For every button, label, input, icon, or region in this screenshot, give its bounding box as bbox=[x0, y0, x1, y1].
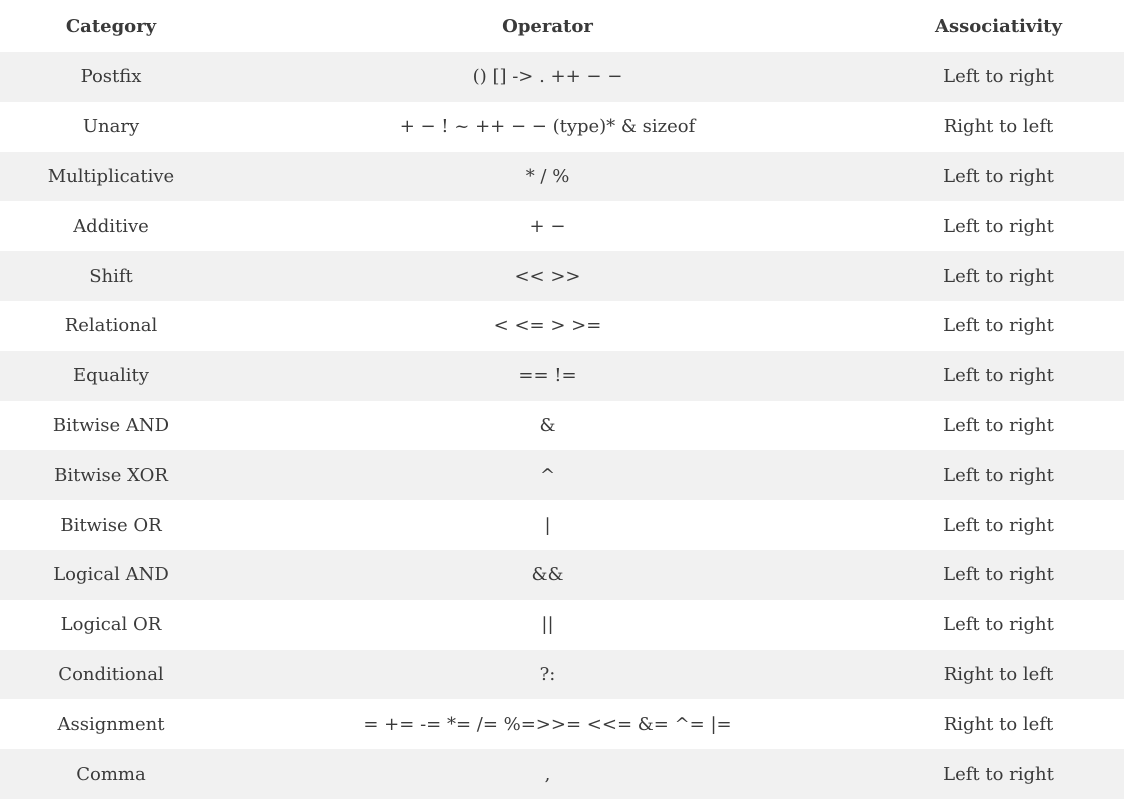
operator-cell: < <= > >= bbox=[222, 300, 873, 351]
associativity-cell: Left to right bbox=[873, 300, 1124, 351]
category-cell: Additive bbox=[0, 201, 222, 252]
associativity-cell: Right to left bbox=[873, 649, 1124, 700]
header-operator: Operator bbox=[222, 0, 873, 52]
table-row: Conditional ?: Right to left bbox=[0, 649, 1124, 700]
category-cell: Bitwise OR bbox=[0, 500, 222, 550]
associativity-cell: Left to right bbox=[873, 599, 1124, 650]
operator-cell: & bbox=[222, 400, 873, 451]
category-cell: Multiplicative bbox=[0, 151, 222, 202]
table-row: Multiplicative * / % Left to right bbox=[0, 151, 1124, 202]
table-header-row: Category Operator Associativity bbox=[0, 0, 1124, 52]
operator-cell: << >> bbox=[222, 251, 873, 301]
operator-cell: + − bbox=[222, 201, 873, 252]
table-row: Relational < <= > >= Left to right bbox=[0, 300, 1124, 351]
table-row: Logical OR || Left to right bbox=[0, 599, 1124, 650]
operator-cell: | bbox=[222, 500, 873, 550]
category-cell: Unary bbox=[0, 101, 222, 152]
category-cell: Postfix bbox=[0, 52, 222, 102]
operator-cell: () [] -> . ++ − − bbox=[222, 52, 873, 102]
associativity-cell: Right to left bbox=[873, 101, 1124, 152]
table-row: Bitwise XOR ^ Left to right bbox=[0, 450, 1124, 501]
category-cell: Relational bbox=[0, 300, 222, 351]
table-row: Comma , Left to right bbox=[0, 749, 1124, 799]
associativity-cell: Left to right bbox=[873, 749, 1124, 799]
category-cell: Comma bbox=[0, 749, 222, 799]
operator-cell: + − ! ~ ++ − − (type)* & sizeof bbox=[222, 101, 873, 152]
associativity-cell: Right to left bbox=[873, 699, 1124, 750]
associativity-cell: Left to right bbox=[873, 450, 1124, 501]
operator-cell: == != bbox=[222, 350, 873, 401]
operator-precedence-table: Category Operator Associativity Postfix … bbox=[0, 0, 1124, 799]
table-row: Postfix () [] -> . ++ − − Left to right bbox=[0, 52, 1124, 102]
table-row: Bitwise AND & Left to right bbox=[0, 400, 1124, 451]
operator-cell: ?: bbox=[222, 649, 873, 700]
associativity-cell: Left to right bbox=[873, 500, 1124, 550]
category-cell: Conditional bbox=[0, 649, 222, 700]
associativity-cell: Left to right bbox=[873, 151, 1124, 202]
header-category: Category bbox=[0, 0, 222, 52]
operator-cell: || bbox=[222, 599, 873, 650]
associativity-cell: Left to right bbox=[873, 251, 1124, 301]
associativity-cell: Left to right bbox=[873, 52, 1124, 102]
operator-cell: , bbox=[222, 749, 873, 799]
table-row: Assignment = += -= *= /= %=>>= <<= &= ^=… bbox=[0, 699, 1124, 750]
category-cell: Shift bbox=[0, 251, 222, 301]
table-row: Bitwise OR | Left to right bbox=[0, 500, 1124, 550]
associativity-cell: Left to right bbox=[873, 400, 1124, 451]
category-cell: Bitwise XOR bbox=[0, 450, 222, 501]
operator-cell: && bbox=[222, 549, 873, 600]
associativity-cell: Left to right bbox=[873, 549, 1124, 600]
table-row: Unary + − ! ~ ++ − − (type)* & sizeof Ri… bbox=[0, 101, 1124, 152]
table-row: Shift << >> Left to right bbox=[0, 251, 1124, 301]
table-row: Logical AND && Left to right bbox=[0, 549, 1124, 600]
category-cell: Logical OR bbox=[0, 599, 222, 650]
associativity-cell: Left to right bbox=[873, 350, 1124, 401]
operator-cell: = += -= *= /= %=>>= <<= &= ^= |= bbox=[222, 699, 873, 750]
category-cell: Logical AND bbox=[0, 549, 222, 600]
table-row: Additive + − Left to right bbox=[0, 201, 1124, 252]
table-row: Equality == != Left to right bbox=[0, 350, 1124, 401]
category-cell: Equality bbox=[0, 350, 222, 401]
header-associativity: Associativity bbox=[873, 0, 1124, 52]
operator-cell: * / % bbox=[222, 151, 873, 202]
associativity-cell: Left to right bbox=[873, 201, 1124, 252]
operator-cell: ^ bbox=[222, 450, 873, 501]
category-cell: Bitwise AND bbox=[0, 400, 222, 451]
category-cell: Assignment bbox=[0, 699, 222, 750]
